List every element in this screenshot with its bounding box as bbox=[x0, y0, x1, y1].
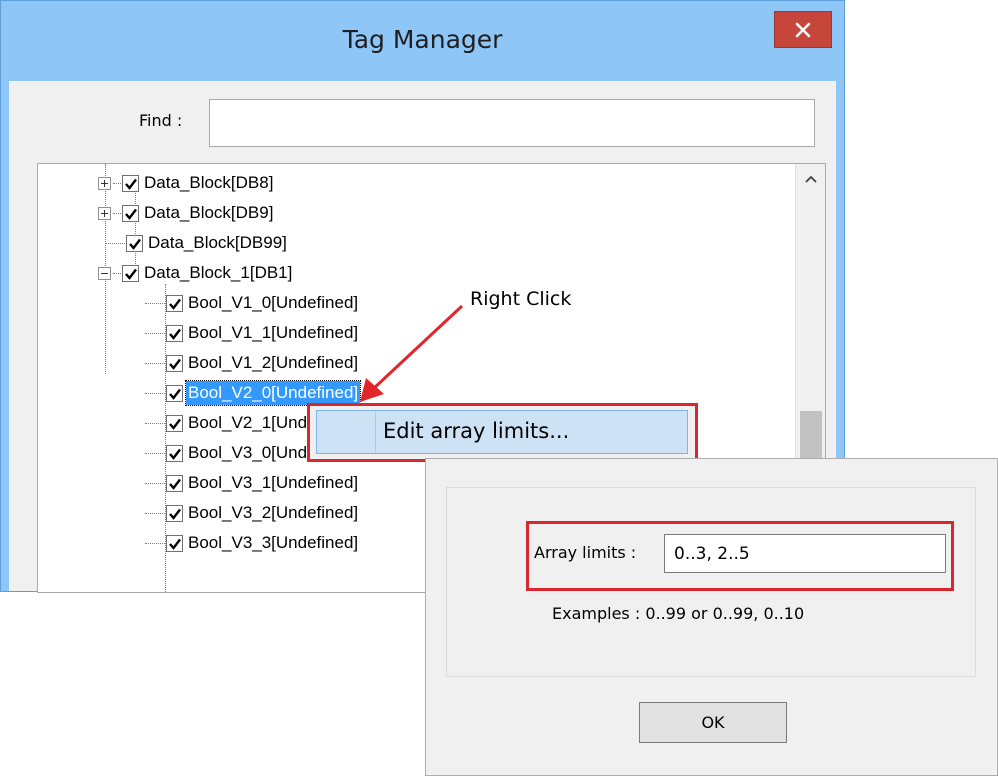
tree-node-bool-v1-1[interactable]: Bool_V1_1[Undefined] bbox=[145, 318, 360, 348]
checkmark-icon bbox=[169, 328, 181, 340]
checkmark-icon bbox=[169, 418, 181, 430]
checkmark-icon bbox=[169, 358, 181, 370]
ok-button[interactable]: OK bbox=[639, 702, 787, 743]
checkbox[interactable] bbox=[166, 504, 183, 522]
menu-icon-column-separator bbox=[375, 411, 376, 453]
tree-node-label: Bool_V1_2[Undefined] bbox=[188, 353, 359, 372]
checkbox[interactable] bbox=[166, 354, 183, 372]
checkbox[interactable] bbox=[166, 384, 183, 402]
array-limits-input[interactable] bbox=[664, 534, 946, 573]
window-title: Tag Manager bbox=[342, 25, 503, 54]
checkbox[interactable] bbox=[126, 234, 143, 252]
array-limits-dialog: Array limits : Examples : 0..99 or 0..99… bbox=[425, 458, 998, 776]
tree-node-db8[interactable]: Data_Block[DB8] bbox=[98, 168, 275, 198]
scroll-up-button[interactable] bbox=[796, 164, 825, 194]
tree-node-label: Bool_V1_1[Undefined] bbox=[188, 323, 359, 342]
checkbox[interactable] bbox=[122, 174, 139, 192]
tree-node-db1[interactable]: Data_Block_1[DB1] bbox=[98, 258, 294, 288]
tree-node-bool-v3-1[interactable]: Bool_V3_1[Undefined] bbox=[145, 468, 360, 498]
close-icon bbox=[795, 22, 811, 37]
checkbox[interactable] bbox=[122, 204, 139, 222]
tree-node-db99[interactable]: Data_Block[DB99] bbox=[105, 228, 289, 258]
checkbox[interactable] bbox=[166, 324, 183, 342]
checkbox[interactable] bbox=[122, 264, 139, 282]
tree-node-label: Bool_V1_0[Undefined] bbox=[188, 293, 359, 312]
tree-node-bool-v1-2[interactable]: Bool_V1_2[Undefined] bbox=[145, 348, 360, 378]
tree-node-label: Bool_V3_2[Undefined] bbox=[188, 503, 359, 522]
tree-node-label: Data_Block[DB99] bbox=[148, 233, 287, 252]
checkmark-icon bbox=[169, 448, 181, 460]
find-input[interactable] bbox=[209, 99, 815, 147]
context-menu-highlight-frame: Edit array limits... bbox=[307, 403, 698, 462]
checkmark-icon bbox=[125, 178, 137, 190]
menu-item-label: Edit array limits... bbox=[383, 419, 570, 443]
checkbox[interactable] bbox=[166, 474, 183, 492]
checkmark-icon bbox=[125, 268, 137, 280]
tree-node-label: Data_Block_1[DB1] bbox=[144, 263, 293, 282]
checkmark-icon bbox=[169, 538, 181, 550]
chevron-up-icon bbox=[805, 175, 817, 183]
examples-text: Examples : 0..99 or 0..99, 0..10 bbox=[552, 604, 805, 623]
tree-node-bool-v3-3[interactable]: Bool_V3_3[Undefined] bbox=[145, 528, 360, 558]
tree-node-label: Data_Block[DB8] bbox=[144, 173, 274, 192]
checkbox[interactable] bbox=[166, 534, 183, 552]
checkmark-icon bbox=[169, 388, 181, 400]
tree-node-label: Bool_V3_1[Undefined] bbox=[188, 473, 359, 492]
find-label: Find : bbox=[139, 111, 183, 130]
checkmark-icon bbox=[125, 208, 137, 220]
collapse-icon[interactable] bbox=[98, 266, 111, 280]
checkmark-icon bbox=[169, 508, 181, 520]
tree-node-bool-v1-0[interactable]: Bool_V1_0[Undefined] bbox=[145, 288, 360, 318]
close-button[interactable] bbox=[774, 11, 832, 48]
array-limits-label: Array limits : bbox=[534, 543, 637, 562]
tree-node-bool-v3-2[interactable]: Bool_V3_2[Undefined] bbox=[145, 498, 360, 528]
expand-icon[interactable] bbox=[98, 206, 111, 220]
tree-node-label-selected: Bool_V2_0[Undefined] bbox=[184, 380, 362, 406]
checkbox[interactable] bbox=[166, 294, 183, 312]
checkbox[interactable] bbox=[166, 444, 183, 462]
expand-icon[interactable] bbox=[98, 176, 111, 190]
tree-node-label: Data_Block[DB9] bbox=[144, 203, 274, 222]
checkmark-icon bbox=[129, 238, 141, 250]
menu-item-edit-array-limits[interactable]: Edit array limits... bbox=[316, 410, 688, 454]
tree-node-label: Bool_V3_3[Undefined] bbox=[188, 533, 359, 552]
checkmark-icon bbox=[169, 478, 181, 490]
checkbox[interactable] bbox=[166, 414, 183, 432]
checkmark-icon bbox=[169, 298, 181, 310]
annotation-text: Right Click bbox=[470, 288, 572, 310]
tree-node-db9[interactable]: Data_Block[DB9] bbox=[98, 198, 275, 228]
title-bar[interactable]: Tag Manager bbox=[1, 1, 844, 81]
